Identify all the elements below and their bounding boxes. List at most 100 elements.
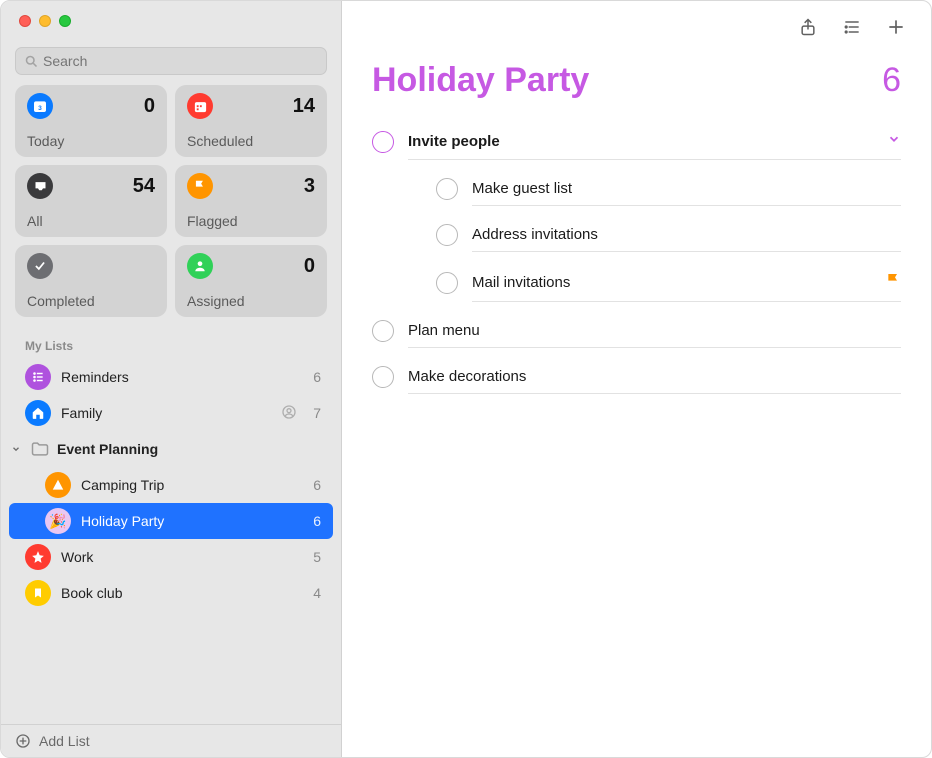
reminder-text: Make decorations <box>408 368 526 385</box>
tent-icon <box>45 472 71 498</box>
reminders-window: 3 0 Today 14 Scheduled <box>0 0 932 758</box>
share-button[interactable] <box>789 12 827 42</box>
smart-completed-label: Completed <box>27 293 155 309</box>
list-count: 7 <box>313 405 321 421</box>
smart-assigned-label: Assigned <box>187 293 315 309</box>
new-reminder-button[interactable] <box>877 12 915 42</box>
smart-scheduled[interactable]: 14 Scheduled <box>175 85 327 157</box>
list-count: 6 <box>313 369 321 385</box>
disclosure-button[interactable] <box>887 132 901 151</box>
list-bullet-icon <box>25 364 51 390</box>
search-icon <box>24 54 39 69</box>
sidebar-item-book-club[interactable]: Book club 4 <box>1 575 341 611</box>
indent-list-icon <box>841 17 863 37</box>
smart-lists-grid: 3 0 Today 14 Scheduled <box>1 85 341 325</box>
share-icon <box>798 17 818 37</box>
reminder-guest-list[interactable]: Make guest list <box>436 166 901 212</box>
add-list-label: Add List <box>39 733 90 749</box>
reminder-invite-people[interactable]: Invite people <box>372 118 901 166</box>
shared-icon <box>281 404 297 423</box>
list-count: 6 <box>313 513 321 529</box>
checkmark-icon <box>27 253 53 279</box>
smart-all[interactable]: 54 All <box>15 165 167 237</box>
smart-all-label: All <box>27 213 155 229</box>
reminder-mail-invitations[interactable]: Mail invitations <box>436 258 901 308</box>
list-count: 6 <box>313 477 321 493</box>
smart-today-count: 0 <box>144 95 155 118</box>
list-count: 4 <box>313 585 321 601</box>
smart-assigned[interactable]: 0 Assigned <box>175 245 327 317</box>
add-list-button[interactable]: Add List <box>1 724 341 757</box>
reminder-text: Plan menu <box>408 322 480 339</box>
main-pane: Holiday Party 6 Invite people Make guest… <box>342 1 931 757</box>
complete-toggle[interactable] <box>372 366 394 388</box>
subtasks-group: Make guest list Address invitations Mail… <box>372 166 901 308</box>
list-count: 5 <box>313 549 321 565</box>
smart-all-count: 54 <box>133 175 155 198</box>
sidebar-item-family[interactable]: Family 7 <box>1 395 341 431</box>
reminder-plan-menu[interactable]: Plan menu <box>372 308 901 354</box>
smart-flagged-count: 3 <box>304 175 315 198</box>
smart-scheduled-count: 14 <box>293 95 315 118</box>
plus-icon <box>886 17 906 37</box>
sidebar-item-work[interactable]: Work 5 <box>1 539 341 575</box>
sidebar-item-camping-trip[interactable]: Camping Trip 6 <box>1 467 341 503</box>
close-window-button[interactable] <box>19 15 31 27</box>
chevron-down-icon <box>887 132 901 146</box>
my-lists-section: My Lists Reminders 6 Family 7 <box>1 325 341 724</box>
smart-assigned-count: 0 <box>304 255 315 278</box>
inbox-icon <box>27 173 53 199</box>
complete-toggle[interactable] <box>372 320 394 342</box>
reminder-make-decorations[interactable]: Make decorations <box>372 354 901 400</box>
sidebar-group-event-planning[interactable]: Event Planning <box>1 431 341 467</box>
sidebar-item-reminders[interactable]: Reminders 6 <box>1 359 341 395</box>
reminder-text: Invite people <box>408 133 500 150</box>
calendar-scheduled-icon <box>187 93 213 119</box>
complete-toggle[interactable] <box>436 272 458 294</box>
search-wrap <box>1 37 341 85</box>
search-field[interactable] <box>15 47 327 75</box>
list-label: Work <box>61 549 303 565</box>
person-icon <box>187 253 213 279</box>
my-lists-header: My Lists <box>1 333 341 359</box>
calendar-today-icon: 3 <box>27 93 53 119</box>
party-icon: 🎉 <box>45 508 71 534</box>
fullscreen-window-button[interactable] <box>59 15 71 27</box>
plus-circle-icon <box>15 733 31 749</box>
smart-scheduled-label: Scheduled <box>187 133 315 149</box>
sidebar-item-holiday-party[interactable]: 🎉 Holiday Party 6 <box>9 503 333 539</box>
minimize-window-button[interactable] <box>39 15 51 27</box>
list-label: Reminders <box>61 369 303 385</box>
complete-toggle[interactable] <box>436 224 458 246</box>
reminders-list: Invite people Make guest list Add <box>342 118 931 400</box>
smart-today-label: Today <box>27 133 155 149</box>
list-title-row: Holiday Party 6 <box>342 53 931 118</box>
smart-flagged[interactable]: 3 Flagged <box>175 165 327 237</box>
search-input[interactable] <box>39 53 318 69</box>
folder-icon <box>29 438 51 460</box>
list-label: Holiday Party <box>81 513 303 529</box>
svg-text:3: 3 <box>38 105 42 112</box>
bookmark-icon <box>25 580 51 606</box>
complete-toggle[interactable] <box>372 131 394 153</box>
star-icon <box>25 544 51 570</box>
list-title-count: 6 <box>882 61 901 100</box>
reminder-text: Address invitations <box>472 226 598 243</box>
sidebar: 3 0 Today 14 Scheduled <box>1 1 342 757</box>
toolbar <box>342 1 931 53</box>
list-label: Family <box>61 405 271 421</box>
complete-toggle[interactable] <box>436 178 458 200</box>
reminder-text: Mail invitations <box>472 274 570 291</box>
smart-completed[interactable]: Completed <box>15 245 167 317</box>
flag-indicator-icon <box>885 272 901 293</box>
view-options-button[interactable] <box>833 12 871 42</box>
flag-icon <box>187 173 213 199</box>
house-icon <box>25 400 51 426</box>
list-title: Holiday Party <box>372 61 589 100</box>
smart-flagged-label: Flagged <box>187 213 315 229</box>
smart-today[interactable]: 3 0 Today <box>15 85 167 157</box>
reminder-address-invitations[interactable]: Address invitations <box>436 212 901 258</box>
chevron-down-icon <box>9 444 23 454</box>
list-label: Camping Trip <box>81 477 303 493</box>
reminder-text: Make guest list <box>472 180 572 197</box>
